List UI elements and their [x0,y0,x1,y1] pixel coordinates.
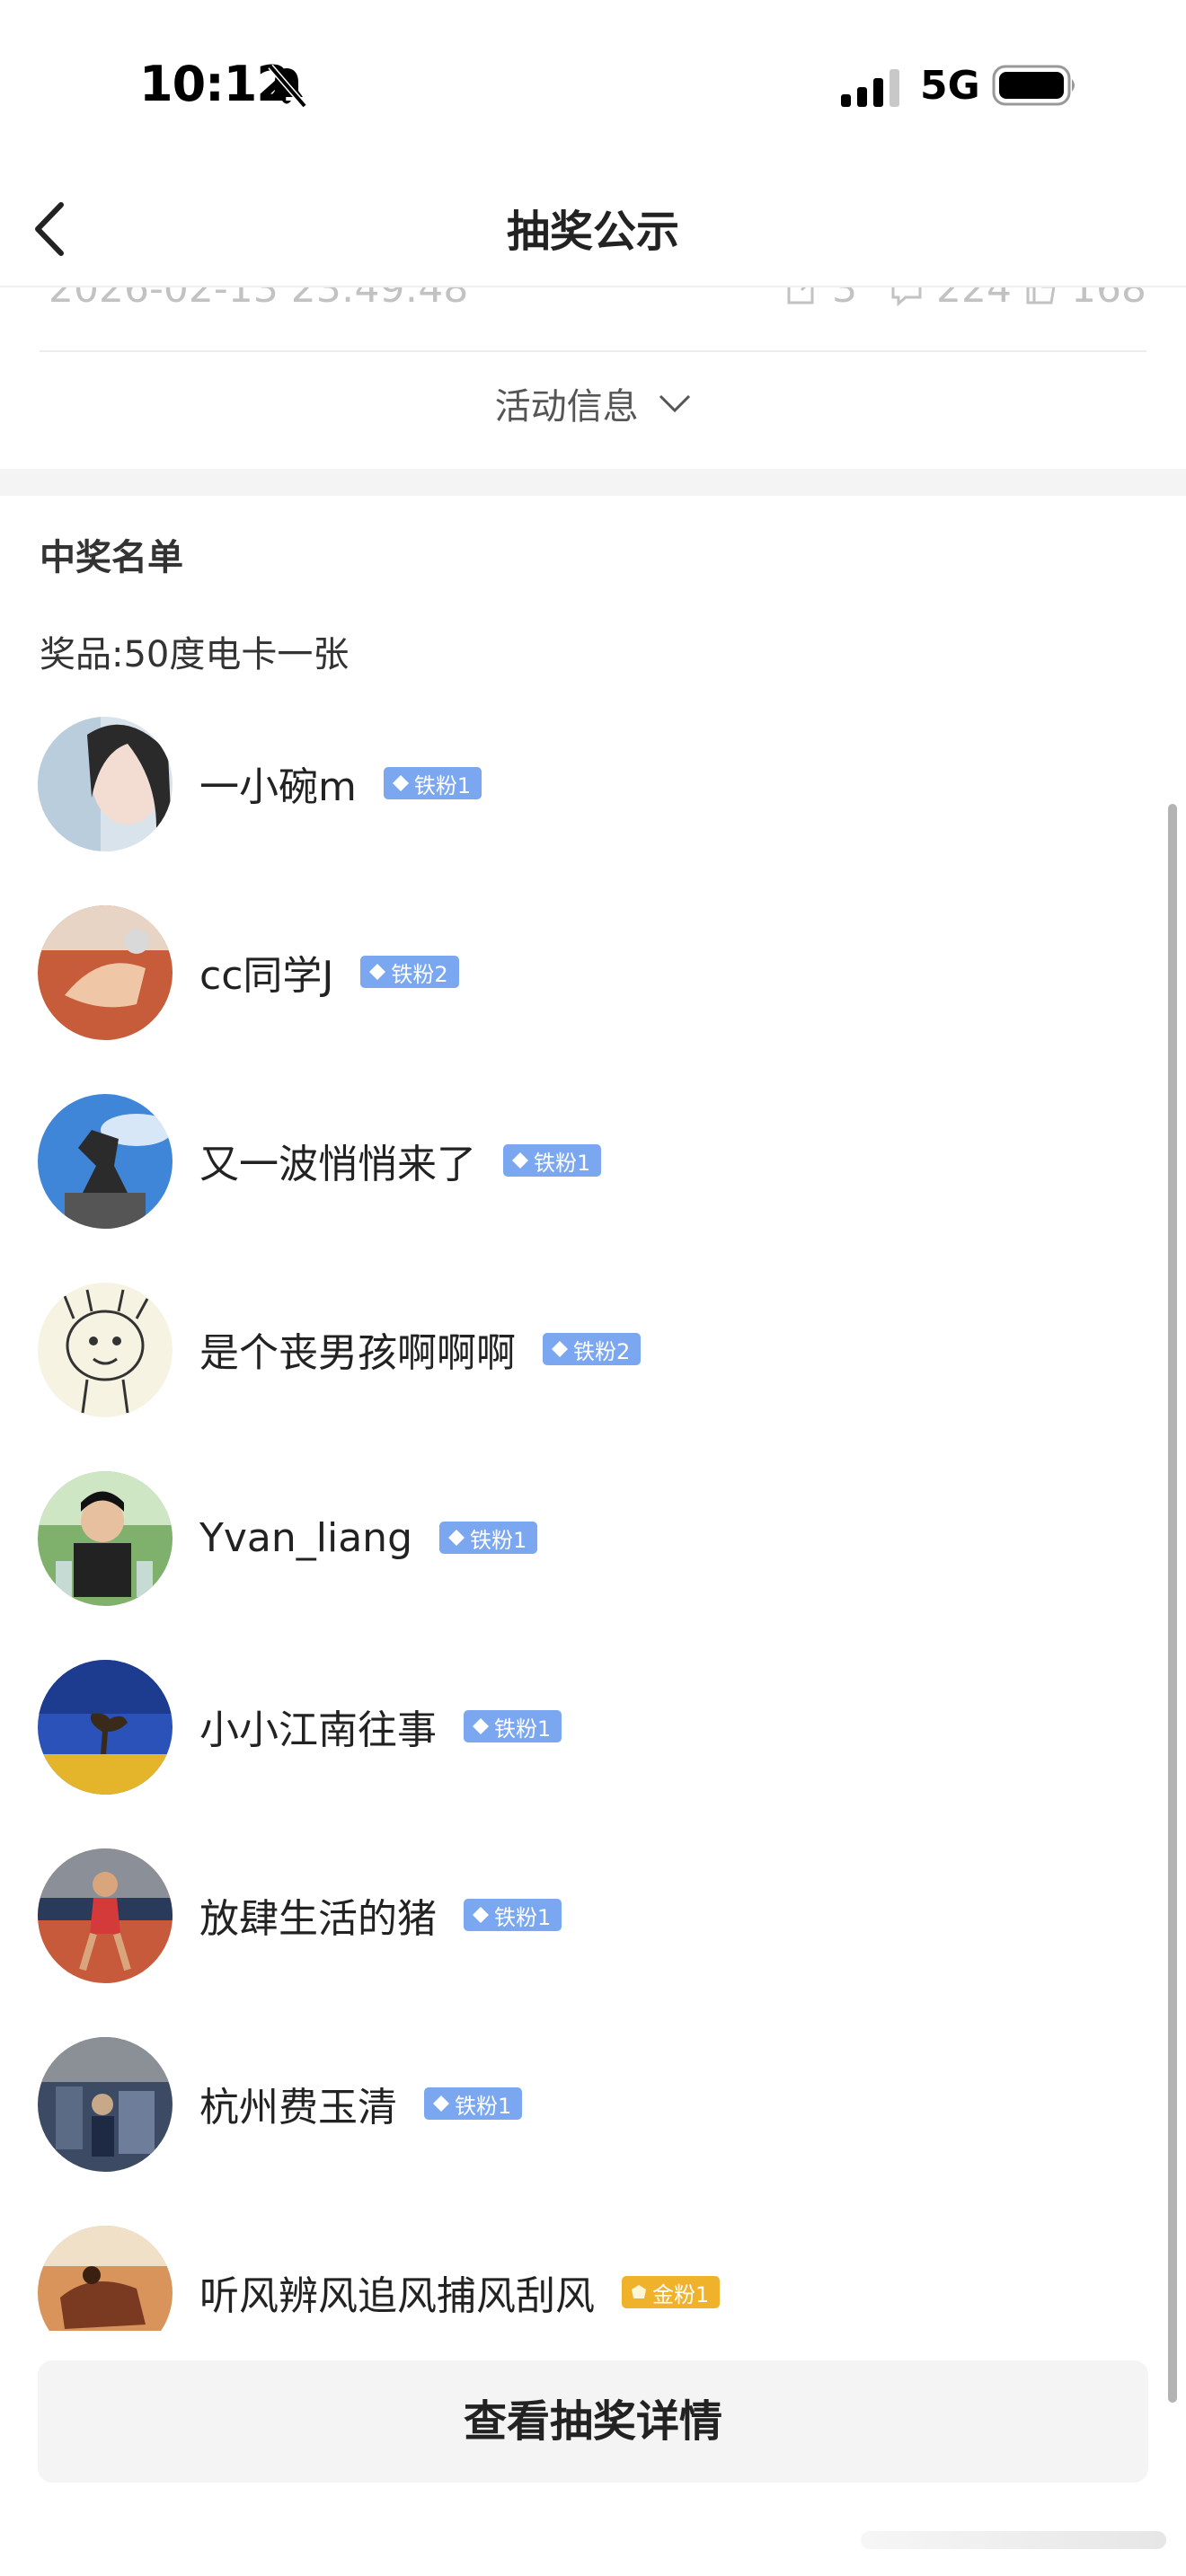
avatar[interactable] [38,1660,173,1795]
winner-name[interactable]: 杭州费玉清 [199,2075,397,2132]
diamond-icon [433,2095,449,2112]
winner-row[interactable]: cc同学J 铁粉2 [0,898,1168,1042]
winner-name[interactable]: 是个丧男孩啊啊啊 [199,1320,516,1378]
winner-name[interactable]: 一小碗m [199,754,357,812]
fan-badge-label: 铁粉2 [391,961,448,987]
bell-muted-icon [268,64,307,109]
winner-name[interactable]: 听风辨风追风捕风刮风 [199,2263,595,2321]
winner-name[interactable]: 小小江南往事 [199,1698,437,1755]
winner-row[interactable]: 一小碗m 铁粉1 [0,710,1168,853]
fan-badge-label: 铁粉1 [455,2093,512,2119]
winner-row[interactable]: 放肆生活的猪 铁粉1 [0,1841,1168,1985]
fan-badge: 铁粉2 [360,956,459,988]
winner-name[interactable]: cc同学J [199,943,333,1001]
fan-badge: 铁粉1 [503,1144,602,1177]
avatar[interactable] [38,2037,173,2172]
share-count: 3 [832,286,858,312]
home-indicator [861,2531,1166,2549]
diamond-icon [552,1341,568,1357]
fan-badge-label: 铁粉1 [470,1527,527,1553]
activity-info-label: 活动信息 [494,386,639,428]
avatar[interactable] [38,1094,173,1229]
scrollbar[interactable] [1168,804,1177,2403]
fan-badge-label: 铁粉1 [534,1150,591,1176]
page-title: 抽奖公示 [506,207,679,257]
like-icon[interactable] [1024,286,1058,306]
activity-info-toggle[interactable]: 活动信息 [0,377,1186,440]
winner-name[interactable]: 又一波悄悄来了 [199,1132,476,1189]
fan-badge: 铁粉1 [424,2087,523,2120]
fan-badge-label: 铁粉2 [573,1338,631,1364]
share-icon[interactable] [785,286,819,306]
fan-badge: 铁粉1 [464,1710,562,1742]
winner-row[interactable]: 杭州费玉清 铁粉1 [0,2030,1168,2174]
view-draw-details-button[interactable]: 查看抽奖详情 [38,2360,1148,2483]
winners-title: 中奖名单 [40,537,183,578]
prize-text: 奖品:50度电卡一张 [40,634,350,675]
network-type: 5G [920,63,980,109]
avatar[interactable] [38,717,173,851]
diamond-icon [473,1907,489,1923]
fan-badge: 铁粉1 [464,1899,562,1931]
winner-row[interactable]: 听风辨风追风捕风刮风 金粉1 [0,2219,1168,2331]
fan-badge: 金粉1 [622,2276,721,2308]
winner-name[interactable]: 放肆生活的猪 [199,1886,437,1944]
section-separator [0,469,1186,496]
winner-list: 一小碗m 铁粉1 cc同学J 铁粉2 又一波悄悄来了 铁粉1 是个丧男孩啊啊啊 … [0,710,1168,2331]
avatar[interactable] [38,1283,173,1417]
diamond-icon [512,1152,528,1169]
navbar-divider [0,286,1186,287]
diamond-icon [473,1718,489,1734]
winner-row[interactable]: 又一波悄悄来了 铁粉1 [0,1087,1168,1231]
chevron-down-icon [659,394,691,413]
avatar[interactable] [38,1848,173,1983]
avatar[interactable] [38,905,173,1040]
fan-badge-label: 金粉1 [652,2281,710,2307]
status-bar: 10:12 5G [0,0,1186,171]
winner-row[interactable]: 是个丧男孩啊啊啊 铁粉2 [0,1275,1168,1419]
fan-badge: 铁粉1 [439,1522,538,1554]
comment-count: 224 [936,286,1013,312]
post-meta-row: 2026-02-13 23:49:48 3 224 168 [0,286,1186,313]
crown-icon [632,2285,646,2298]
diamond-icon [392,775,409,791]
post-date: 2026-02-13 23:49:48 [49,286,469,312]
navbar: 抽奖公示 [0,171,1186,286]
diamond-icon [448,1530,465,1546]
avatar[interactable] [38,2226,173,2331]
fan-badge-label: 铁粉1 [494,1716,552,1742]
winner-row[interactable]: Yvan_liang 铁粉1 [0,1464,1168,1608]
meta-divider [40,350,1146,352]
fan-badge-label: 铁粉1 [494,1904,552,1930]
comment-icon[interactable] [890,286,924,306]
winner-name[interactable]: Yvan_liang [199,1515,412,1561]
diamond-icon [369,964,386,980]
signal-icon [841,69,899,107]
like-count: 168 [1071,286,1146,312]
battery-icon [992,65,1075,106]
fan-badge: 铁粉1 [383,767,482,799]
avatar[interactable] [38,1471,173,1606]
fan-badge-label: 铁粉1 [413,772,472,798]
winner-row[interactable]: 小小江南往事 铁粉1 [0,1653,1168,1796]
fan-badge: 铁粉2 [543,1333,642,1365]
